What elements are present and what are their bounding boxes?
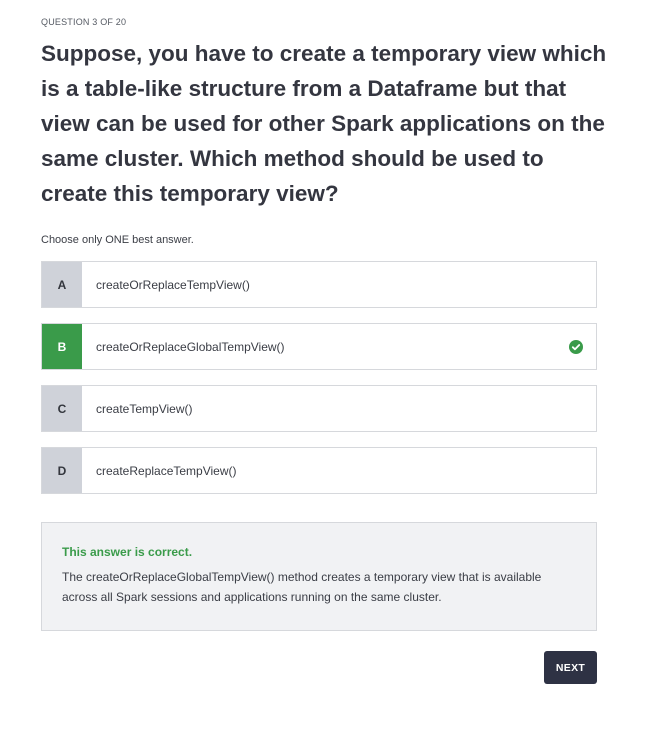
option-c[interactable]: C createTempView() <box>41 385 597 432</box>
question-counter: QUESTION 3 OF 20 <box>41 17 127 27</box>
option-text: createTempView() <box>96 401 193 416</box>
option-letter: B <box>42 324 82 369</box>
option-letter: D <box>42 448 82 493</box>
check-circle-icon <box>556 324 596 369</box>
option-text: createOrReplaceGlobalTempView() <box>96 339 285 354</box>
answer-instruction: Choose only ONE best answer. <box>41 234 194 246</box>
question-text: Suppose, you have to create a temporary … <box>41 41 607 206</box>
option-a[interactable]: A createOrReplaceTempView() <box>41 261 597 308</box>
feedback-explanation: The createOrReplaceGlobalTempView() meth… <box>62 570 542 604</box>
option-text: createOrReplaceTempView() <box>96 277 250 292</box>
answer-options: A createOrReplaceTempView() B createOrRe… <box>41 261 597 509</box>
option-b[interactable]: B createOrReplaceGlobalTempView() <box>41 323 597 370</box>
option-d[interactable]: D createReplaceTempView() <box>41 447 597 494</box>
option-letter: A <box>42 262 82 307</box>
feedback-panel: This answer is correct. The createOrRepl… <box>41 522 597 631</box>
option-letter: C <box>42 386 82 431</box>
option-text: createReplaceTempView() <box>96 463 237 478</box>
next-button[interactable]: NEXT <box>544 651 597 684</box>
feedback-title: This answer is correct. <box>62 545 193 559</box>
